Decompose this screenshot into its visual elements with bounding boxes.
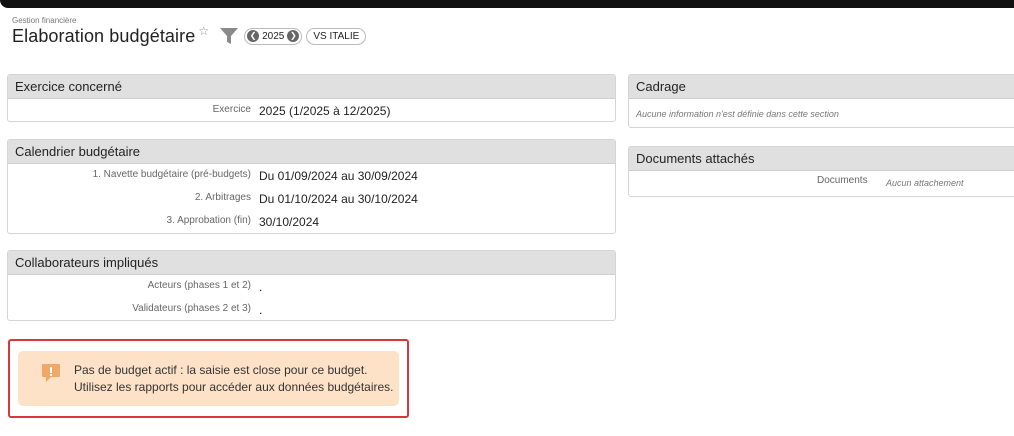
field-label: Validateurs (phases 2 et 3) — [132, 303, 251, 314]
form-row: 2. Arbitrages Du 01/10/2024 au 30/10/202… — [8, 187, 615, 210]
breadcrumb[interactable]: Gestion financière — [12, 16, 76, 25]
top-bar — [0, 0, 1014, 8]
year-selector: ❮ 2025 ❯ — [244, 27, 303, 45]
exercice-panel: Exercice concerné Exercice 2025 (1/2025 … — [7, 74, 616, 122]
form-row: Validateurs (phases 2 et 3) . — [8, 298, 615, 321]
field-label: 1. Navette budgétaire (pré-budgets) — [92, 169, 251, 180]
calendrier-panel-title: Calendrier budgétaire — [8, 140, 615, 164]
documents-value: Aucun attachement — [886, 178, 964, 188]
page-title: Elaboration budgétaire — [12, 25, 196, 46]
form-row: Exercice 2025 (1/2025 à 12/2025) — [8, 99, 615, 122]
form-row: Acteurs (phases 1 et 2) . — [8, 275, 615, 298]
filter-icon[interactable] — [219, 27, 239, 45]
documents-panel-title: Documents attachés — [629, 147, 1014, 171]
field-value: Du 01/09/2024 au 30/09/2024 — [259, 169, 418, 183]
alert-line-2: Utilisez les rapports pour accéder aux d… — [74, 380, 394, 394]
alert-highlight: Pas de budget actif : la saisie est clos… — [8, 339, 409, 418]
field-value: 2025 (1/2025 à 12/2025) — [259, 104, 391, 118]
field-value: . — [259, 280, 263, 294]
collaborateurs-panel-title: Collaborateurs impliqués — [8, 251, 615, 275]
cadrage-panel-title: Cadrage — [629, 75, 1014, 99]
field-label: 2. Arbitrages — [194, 192, 251, 203]
alert-message: Pas de budget actif : la saisie est clos… — [18, 351, 399, 406]
field-value: 30/10/2024 — [259, 215, 320, 229]
form-row: 1. Navette budgétaire (pré-budgets) Du 0… — [8, 164, 615, 187]
form-row: 3. Approbation (fin) 30/10/2024 — [8, 210, 615, 233]
cadrage-empty-text: Aucune information n'est définie dans ce… — [636, 109, 839, 119]
title-row: Elaboration budgétaire ☆ ❮ 2025 ❯ VS ITA… — [12, 24, 367, 47]
entity-tag[interactable]: VS ITALIE — [306, 27, 367, 45]
documents-label: Documents — [817, 175, 868, 186]
chevron-left-icon[interactable]: ❮ — [247, 30, 260, 42]
field-label: 3. Approbation (fin) — [166, 215, 252, 226]
field-value: Du 01/10/2024 au 30/10/2024 — [259, 192, 418, 206]
alert-line-1: Pas de budget actif : la saisie est clos… — [74, 363, 368, 377]
warning-icon — [42, 364, 60, 382]
field-label: Acteurs (phases 1 et 2) — [147, 280, 251, 291]
calendrier-panel: Calendrier budgétaire 1. Navette budgéta… — [7, 139, 616, 234]
year-value: 2025 — [262, 30, 285, 42]
chevron-right-icon[interactable]: ❯ — [287, 30, 300, 42]
collaborateurs-panel: Collaborateurs impliqués Acteurs (phases… — [7, 250, 616, 321]
field-value: . — [259, 303, 263, 317]
star-icon[interactable]: ☆ — [198, 24, 209, 38]
cadrage-panel: Cadrage Aucune information n'est définie… — [628, 74, 1014, 128]
field-label: Exercice — [212, 104, 251, 115]
exercice-panel-title: Exercice concerné — [8, 75, 615, 99]
documents-panel: Documents attachés Documents Aucun attac… — [628, 146, 1014, 197]
